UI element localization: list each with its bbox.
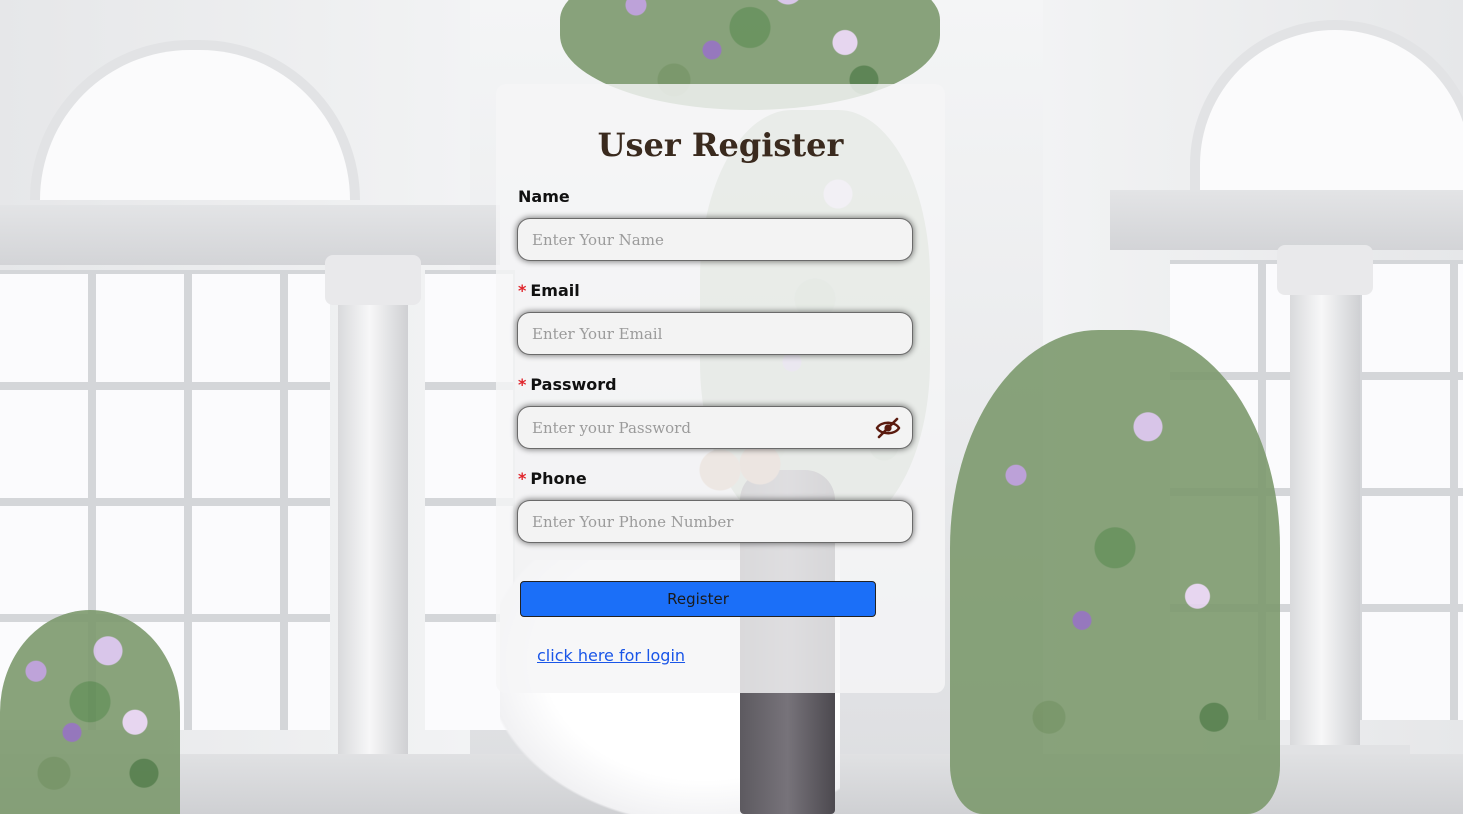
phone-input[interactable]	[518, 501, 912, 542]
background-column-left	[338, 260, 408, 770]
phone-label: * Phone	[518, 469, 587, 488]
email-label-text: Email	[530, 281, 580, 300]
phone-label-text: Phone	[530, 469, 587, 488]
name-input[interactable]	[518, 219, 912, 260]
background-column-capital-right	[1277, 245, 1373, 295]
background-flowers-right	[950, 330, 1280, 814]
name-label-text: Name	[518, 187, 570, 206]
page-title: User Register	[597, 126, 844, 164]
background-column-right	[1290, 250, 1360, 770]
required-marker: *	[518, 375, 527, 394]
email-label: * Email	[518, 281, 580, 300]
required-marker: *	[518, 281, 527, 300]
name-label: Name	[518, 187, 570, 206]
background-beam-left	[0, 205, 500, 265]
background-beam-right	[1110, 190, 1463, 250]
password-label: * Password	[518, 375, 617, 394]
background-flowers-left	[0, 610, 180, 814]
required-marker: *	[518, 469, 527, 488]
login-link[interactable]: click here for login	[537, 646, 685, 665]
email-input[interactable]	[518, 313, 912, 354]
password-input[interactable]	[518, 407, 912, 448]
background-column-capital-left	[325, 255, 421, 305]
register-button[interactable]: Register	[520, 581, 876, 617]
eye-off-icon[interactable]	[874, 416, 902, 440]
password-label-text: Password	[530, 375, 617, 394]
register-card: User Register Name *Email *Password *Pho…	[496, 84, 945, 693]
